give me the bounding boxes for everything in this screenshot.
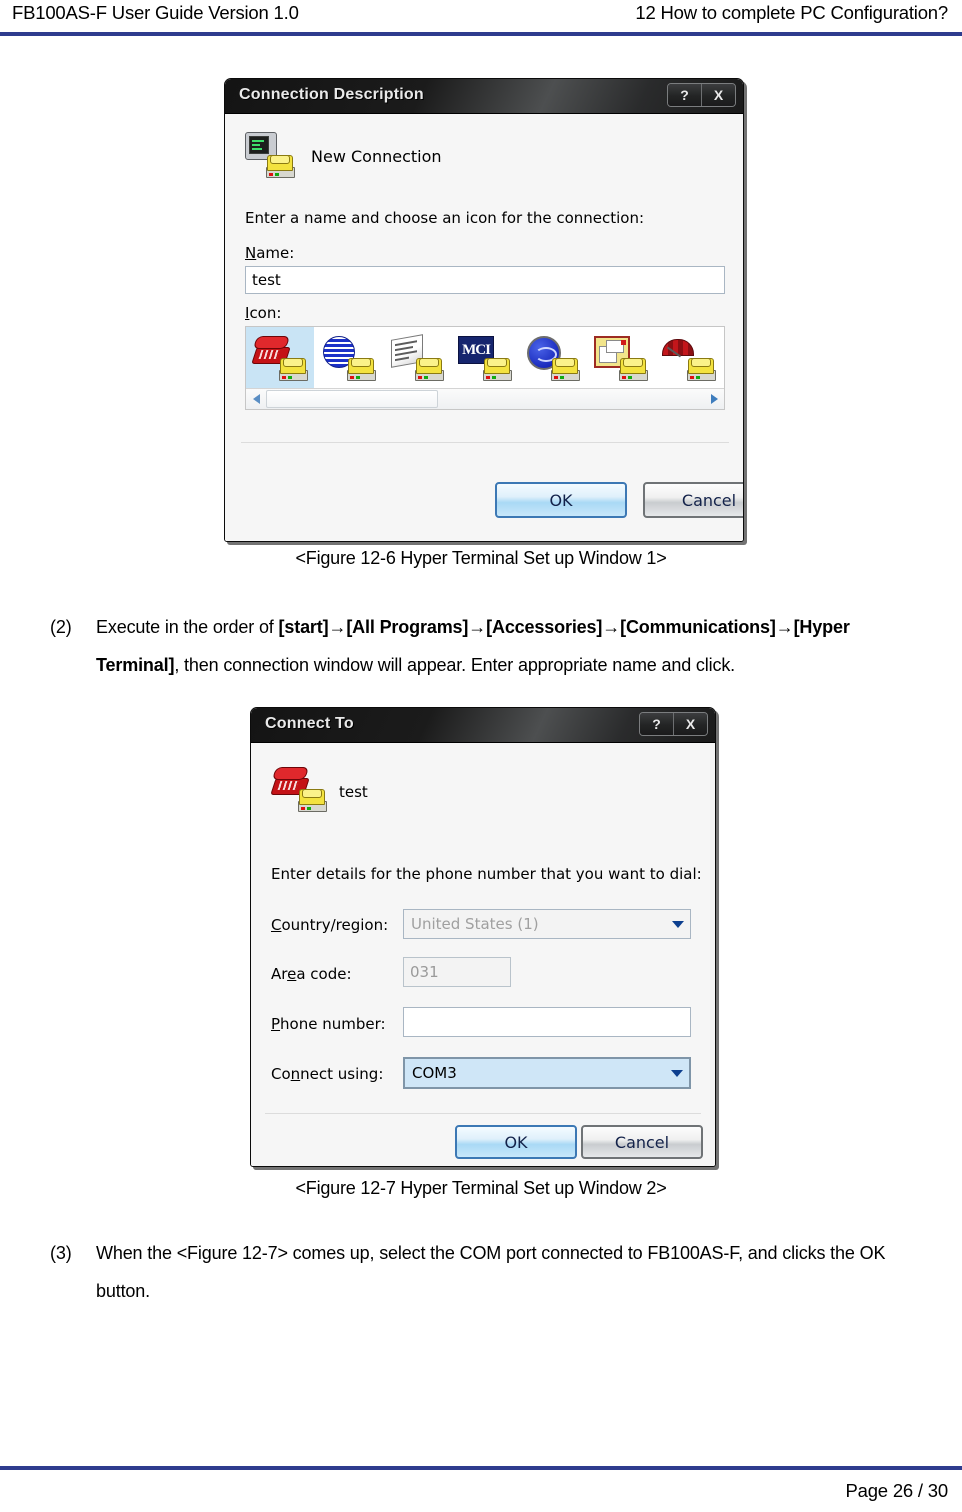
- icon-option-mci[interactable]: MCI: [450, 327, 518, 389]
- dialog1-separator: [241, 442, 729, 443]
- help-button[interactable]: ?: [640, 713, 674, 735]
- arrow-icon-3: →: [602, 617, 621, 637]
- icon-option-fax[interactable]: [382, 327, 450, 389]
- icon-option-documents[interactable]: [586, 327, 654, 389]
- paragraph-2-body: Execute in the order of [start]→[All Pro…: [96, 608, 955, 684]
- scroll-left-icon[interactable]: [246, 389, 266, 409]
- icon-option-blue-globe[interactable]: [314, 327, 382, 389]
- scroll-right-icon[interactable]: [704, 389, 724, 409]
- dialog1-title: Connection Description: [239, 86, 424, 103]
- help-button[interactable]: ?: [668, 84, 702, 106]
- documents-modem-icon: [594, 334, 648, 382]
- icon-option-ge[interactable]: [518, 327, 586, 389]
- area-code-value: 031: [410, 963, 439, 981]
- paragraph-3-body: When the <Figure 12-7> comes up, select …: [96, 1234, 955, 1310]
- dialog2-title-buttons: ? X: [639, 712, 708, 736]
- p2-text-b: , then connection window will appear. En…: [174, 655, 736, 675]
- dialog1-titlebar[interactable]: Connection Description ? X: [225, 79, 743, 114]
- dialog1-body: New Connection Enter a name and choose a…: [225, 114, 743, 541]
- paragraph-2: (2) Execute in the order of [start]→[All…: [50, 608, 955, 684]
- ok-button[interactable]: OK: [495, 482, 627, 518]
- name-label: Name:: [245, 244, 295, 262]
- p2-terminal: Terminal]: [96, 655, 175, 675]
- dialog1-heading: New Connection: [311, 147, 442, 166]
- paragraph-2-marker: (2): [50, 617, 72, 637]
- dialog2-heading: test: [339, 783, 368, 801]
- red-telephone-modem-icon: [251, 334, 308, 382]
- p2-all-programs: [All Programs]: [346, 617, 469, 637]
- dialog2-body: test Enter details for the phone number …: [251, 743, 715, 1166]
- p2-communications: [Communications]: [620, 617, 776, 637]
- ok-button[interactable]: OK: [455, 1125, 577, 1159]
- icon-option-red-telephone[interactable]: [246, 327, 314, 389]
- arrow-icon-2: →: [468, 617, 487, 637]
- page-footer: Page 26 / 30: [0, 1466, 962, 1512]
- fax-newspaper-modem-icon: [390, 334, 444, 382]
- icon-picker-row: MCI: [246, 327, 722, 389]
- connect-using-label: Connect using:: [271, 1065, 384, 1083]
- dialog1-title-buttons: ? X: [667, 83, 736, 107]
- phone-number-input[interactable]: [403, 1007, 691, 1037]
- arrow-icon-1: →: [328, 617, 347, 637]
- connection-telephone-icon: [270, 765, 327, 813]
- area-code-label: Area code:: [271, 965, 352, 983]
- paragraph-3-marker: (3): [50, 1243, 72, 1263]
- dialog2-title: Connect To: [265, 715, 354, 732]
- close-icon[interactable]: X: [674, 713, 707, 735]
- p2-text-a: Execute in the order of: [96, 617, 279, 637]
- cancel-button[interactable]: Cancel: [581, 1125, 703, 1159]
- arrow-icon-4: →: [775, 617, 794, 637]
- mci-logo-modem-icon: MCI: [458, 334, 512, 382]
- paragraph-3: (3) When the <Figure 12-7> comes up, sel…: [50, 1234, 955, 1310]
- dialog2-separator: [265, 1113, 701, 1114]
- header-divider-rule: [0, 32, 962, 36]
- figure-12-6-caption: <Figure 12-6 Hyper Terminal Set up Windo…: [295, 548, 667, 568]
- country-region-combo[interactable]: United States (1): [403, 909, 691, 939]
- area-code-input[interactable]: 031: [403, 957, 511, 987]
- cancel-button[interactable]: Cancel: [643, 482, 743, 518]
- header-document-title: FB100AS-F User Guide Version 1.0: [12, 2, 299, 23]
- country-region-label: Country/region:: [271, 916, 389, 934]
- footer-divider-rule: [0, 1466, 962, 1470]
- p2-start: [start]: [278, 617, 329, 637]
- p2-hyper: [Hyper: [793, 617, 850, 637]
- name-input-value: test: [252, 271, 281, 289]
- icon-label: Icon:: [245, 304, 282, 322]
- figure-12-7-caption: <Figure 12-7 Hyper Terminal Set up Windo…: [295, 1178, 667, 1198]
- ge-globe-modem-icon: [526, 334, 580, 382]
- connection-description-dialog[interactable]: Connection Description ? X New Connectio…: [224, 78, 744, 542]
- connect-using-combo[interactable]: COM3: [403, 1057, 691, 1089]
- blue-striped-globe-modem-icon: [322, 334, 376, 382]
- p3-line-2: button.: [96, 1281, 150, 1301]
- page-header: FB100AS-F User Guide Version 1.0 12 How …: [0, 0, 962, 46]
- connect-using-value: COM3: [412, 1064, 457, 1082]
- dialog2-instruction: Enter details for the phone number that …: [271, 865, 702, 883]
- page-number: Page 26 / 30: [845, 1480, 948, 1501]
- scrollbar-thumb[interactable]: [266, 390, 438, 408]
- p3-line-1: When the <Figure 12-7> comes up, select …: [96, 1243, 886, 1263]
- phone-number-label: Phone number:: [271, 1015, 386, 1033]
- connect-to-dialog[interactable]: Connect To ? X test Enter details for th…: [250, 707, 716, 1167]
- name-input[interactable]: test: [245, 266, 725, 294]
- close-icon[interactable]: X: [702, 84, 735, 106]
- new-connection-icon: [245, 132, 297, 180]
- header-chapter-title: 12 How to complete PC Configuration?: [635, 2, 948, 23]
- p2-accessories: [Accessories]: [486, 617, 603, 637]
- icon-picker-scrollbar[interactable]: [246, 388, 724, 409]
- dialog1-instruction: Enter a name and choose an icon for the …: [245, 209, 645, 227]
- country-region-value: United States (1): [411, 915, 539, 933]
- umbrella-modem-icon: [662, 334, 716, 382]
- icon-picker[interactable]: MCI: [245, 326, 725, 410]
- chevron-down-icon[interactable]: [668, 1059, 686, 1087]
- icon-option-umbrella[interactable]: [654, 327, 722, 389]
- chevron-down-icon[interactable]: [669, 910, 687, 938]
- dialog2-titlebar[interactable]: Connect To ? X: [251, 708, 715, 743]
